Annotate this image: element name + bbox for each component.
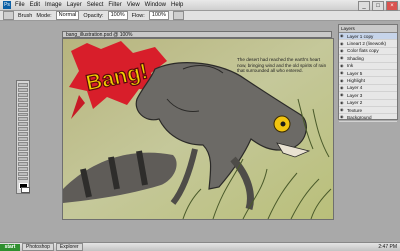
opacity-label: Opacity: <box>83 12 104 19</box>
dodge-tool-icon[interactable] <box>18 142 28 146</box>
visibility-eye-icon[interactable]: ◉ <box>340 34 345 38</box>
layer-name: Highlight <box>347 78 365 84</box>
photoshop-logo-icon: Ps <box>3 1 11 9</box>
menu-file[interactable]: File <box>15 2 25 8</box>
stamp-tool-icon[interactable] <box>18 117 28 122</box>
history-brush-icon[interactable] <box>18 122 28 127</box>
brush-preset-icon[interactable] <box>3 11 14 20</box>
tool-preset-label: Brush <box>18 12 33 19</box>
eyedropper-tool-icon[interactable] <box>18 166 28 171</box>
story-caption: The desert had reached the earth's heart… <box>237 57 327 74</box>
layer-row[interactable]: ◉ Highlight <box>339 77 397 85</box>
zoom-tool-icon[interactable] <box>18 176 28 181</box>
menu-view[interactable]: View <box>127 2 140 8</box>
visibility-eye-icon[interactable]: ◉ <box>340 115 345 119</box>
layer-name: Ink <box>347 63 354 69</box>
pen-tool-icon[interactable] <box>18 146 28 151</box>
brush-tool-icon[interactable] <box>18 112 28 117</box>
layer-name: Lineart 2 (linework) <box>347 41 387 47</box>
menu-select[interactable]: Select <box>87 2 104 8</box>
layer-row[interactable]: ◉ Layer 1 copy <box>339 33 397 41</box>
shape-tool-icon[interactable] <box>18 161 28 166</box>
start-button[interactable]: start <box>0 243 20 251</box>
flow-label: Flow: <box>131 12 145 19</box>
visibility-eye-icon[interactable]: ◉ <box>340 71 345 75</box>
opacity-field[interactable]: 100% <box>107 11 128 20</box>
visibility-eye-icon[interactable]: ◉ <box>340 48 345 53</box>
document-tab[interactable]: bang_illustration.psd @ 100% <box>62 31 332 38</box>
visibility-eye-icon[interactable]: ◉ <box>340 56 345 60</box>
visibility-eye-icon[interactable]: ◉ <box>340 63 345 68</box>
visibility-eye-icon[interactable]: ◉ <box>340 93 345 97</box>
mode-select[interactable]: Normal <box>55 11 80 20</box>
lasso-tool-icon[interactable] <box>18 92 28 97</box>
flow-field[interactable]: 100% <box>148 11 169 20</box>
menu-filter[interactable]: Filter <box>108 2 121 8</box>
menu-bar: File Edit Image Layer Select Filter View… <box>15 2 183 8</box>
layer-row[interactable]: ◉ Shading <box>339 55 397 63</box>
layers-panel: Layers ◉ Layer 1 copy ◉ Lineart 2 (linewor… <box>338 24 398 122</box>
healing-tool-icon[interactable] <box>18 107 28 112</box>
menu-window[interactable]: Window <box>145 2 166 8</box>
layer-name: Layer 1 copy <box>347 33 374 39</box>
background-color-swatch[interactable] <box>20 187 30 194</box>
visibility-eye-icon[interactable]: ◉ <box>340 78 345 83</box>
creature-pupil <box>280 121 286 127</box>
options-bar: Brush Mode: Normal Opacity: 100% Flow: 1… <box>0 11 400 21</box>
layer-row[interactable]: ◉ Layer 4 <box>339 85 397 93</box>
crop-tool-icon[interactable] <box>18 102 28 107</box>
layer-row[interactable]: ◉ Layer 3 <box>339 92 397 100</box>
layer-name: Layer 5 <box>347 70 363 76</box>
menu-edit[interactable]: Edit <box>30 2 40 8</box>
visibility-eye-icon[interactable]: ◉ <box>340 108 345 112</box>
path-select-icon[interactable] <box>18 156 28 161</box>
type-tool-icon[interactable] <box>18 151 28 156</box>
maximize-button[interactable]: □ <box>372 1 384 11</box>
gradient-tool-icon[interactable] <box>18 132 28 137</box>
layer-row[interactable]: ◉ Background <box>339 114 397 122</box>
menu-help[interactable]: Help <box>171 2 183 8</box>
layers-panel-title: Layers <box>339 25 397 33</box>
layer-name: Background <box>347 114 372 120</box>
layer-row[interactable]: ◉ Texture <box>339 107 397 115</box>
layer-row[interactable]: ◉ Layer 2 <box>339 100 397 107</box>
blur-tool-icon[interactable] <box>18 137 28 142</box>
document-canvas[interactable]: Bang! The desert had reached the earth's… <box>62 38 334 220</box>
layer-row[interactable]: ◉ Color flats copy <box>339 48 397 56</box>
eraser-tool-icon[interactable] <box>18 127 28 132</box>
tools-palette <box>16 80 30 194</box>
layer-name: Layer 3 <box>347 92 363 98</box>
mode-label: Mode: <box>36 12 52 19</box>
system-clock: 2:47 PM <box>378 244 397 250</box>
layer-row[interactable]: ◉ Layer 5 <box>339 70 397 78</box>
airbrush-icon[interactable] <box>172 11 184 20</box>
layer-name: Layer 2 <box>347 100 363 106</box>
hand-tool-icon[interactable] <box>18 171 28 176</box>
layer-row[interactable]: ◉ Ink <box>339 63 397 70</box>
layer-name: Texture <box>347 107 363 113</box>
layer-name: Shading <box>347 55 364 61</box>
layer-name: Layer 4 <box>347 85 363 91</box>
close-button[interactable]: × <box>386 1 398 11</box>
layer-row[interactable]: ◉ Lineart 2 (linework) <box>339 40 397 48</box>
visibility-eye-icon[interactable]: ◉ <box>340 100 345 105</box>
window-buttons: _ □ × <box>358 1 398 11</box>
move-tool-icon[interactable] <box>18 83 28 87</box>
menu-layer[interactable]: Layer <box>67 2 82 8</box>
visibility-eye-icon[interactable]: ◉ <box>340 41 345 46</box>
layer-name: Color flats copy <box>347 48 379 54</box>
marquee-tool-icon[interactable] <box>18 87 28 92</box>
visibility-eye-icon[interactable]: ◉ <box>340 85 345 90</box>
menu-image[interactable]: Image <box>45 2 62 8</box>
title-bar: Ps File Edit Image Layer Select Filter V… <box>0 0 400 11</box>
magic-wand-tool-icon[interactable] <box>18 97 28 102</box>
minimize-button[interactable]: _ <box>358 1 370 11</box>
